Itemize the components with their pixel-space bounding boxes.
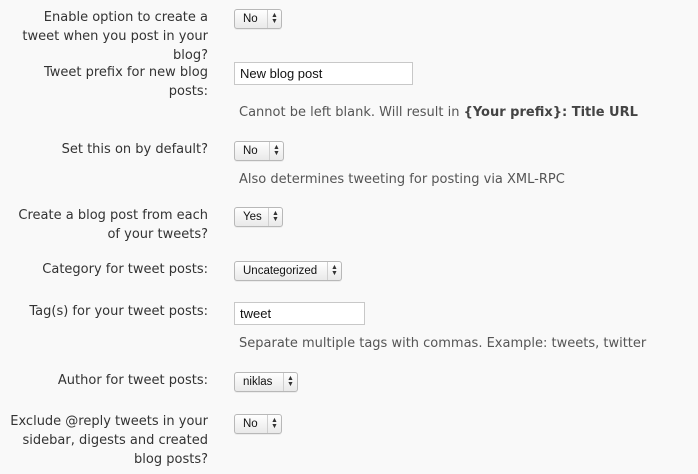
tags-label: Tag(s) for your tweet posts: bbox=[29, 304, 208, 319]
tweet-prefix-note-text: Cannot be left blank. Will result in bbox=[239, 105, 464, 120]
create-tweet-label: Enable option to create a tweet when you… bbox=[22, 10, 208, 63]
create-post-select[interactable]: Yes ▲ ▼ bbox=[234, 207, 283, 227]
default-on-value: No bbox=[243, 145, 258, 157]
exclude-replies-label: Exclude @reply tweets in your sidebar, d… bbox=[10, 414, 208, 467]
create-tweet-value: No bbox=[243, 13, 258, 25]
default-on-select[interactable]: No ▲ ▼ bbox=[234, 141, 284, 161]
tweet-prefix-input[interactable]: New blog post bbox=[234, 62, 413, 85]
author-value: niklas bbox=[243, 376, 273, 388]
category-select[interactable]: Uncategorized ▲ ▼ bbox=[234, 261, 342, 281]
exclude-replies-select[interactable]: No ▲ ▼ bbox=[234, 414, 282, 434]
select-arrows-icon: ▲ ▼ bbox=[269, 142, 283, 160]
tags-input[interactable]: tweet bbox=[234, 302, 365, 325]
create-post-value: Yes bbox=[243, 211, 262, 223]
select-arrows-icon: ▲ ▼ bbox=[267, 415, 281, 433]
select-arrows-icon: ▲ ▼ bbox=[283, 373, 297, 391]
select-arrows-icon: ▲ ▼ bbox=[267, 10, 281, 28]
author-select[interactable]: niklas ▲ ▼ bbox=[234, 372, 298, 392]
select-arrows-icon: ▲ ▼ bbox=[268, 208, 282, 226]
create-post-label: Create a blog post from each of your twe… bbox=[18, 208, 208, 242]
tweet-prefix-note: Cannot be left blank. Will result in {Yo… bbox=[239, 104, 638, 121]
create-tweet-select[interactable]: No ▲ ▼ bbox=[234, 9, 282, 29]
tags-note: Separate multiple tags with commas. Exam… bbox=[239, 336, 647, 351]
default-on-label: Set this on by default? bbox=[61, 142, 208, 157]
category-value: Uncategorized bbox=[243, 265, 318, 277]
exclude-replies-value: No bbox=[243, 418, 258, 430]
select-arrows-icon: ▲ ▼ bbox=[327, 262, 341, 280]
tweet-prefix-label: Tweet prefix for new blog posts: bbox=[43, 65, 208, 99]
default-on-note: Also determines tweeting for posting via… bbox=[239, 172, 565, 187]
category-label: Category for tweet posts: bbox=[42, 262, 208, 277]
author-label: Author for tweet posts: bbox=[57, 373, 208, 388]
tweet-prefix-note-format: {Your prefix}: Title URL bbox=[463, 105, 638, 120]
